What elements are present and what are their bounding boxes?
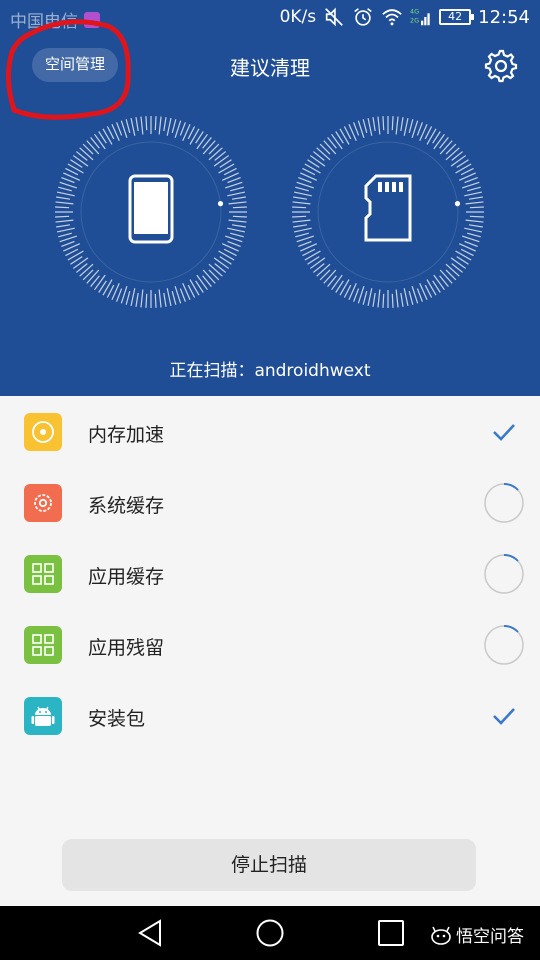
loading-spinner-icon xyxy=(484,482,524,523)
android-icon xyxy=(24,697,62,735)
network-speed: 0K/s xyxy=(279,7,317,27)
item-label: 系统缓存 xyxy=(88,495,165,517)
recent-apps-icon[interactable] xyxy=(376,918,406,948)
carrier-name: 中国电信 xyxy=(10,12,78,32)
network-2g-label: 2G xyxy=(410,17,419,25)
item-label: 应用残留 xyxy=(88,637,165,659)
item-label: 应用缓存 xyxy=(88,566,165,588)
memory-boost-icon xyxy=(24,413,62,451)
wukong-logo-icon xyxy=(431,926,451,945)
header-panel: 中国电信 0K/s 4G 2G 42 12:54 空间管理 建议清理 正在扫描：… xyxy=(0,0,540,396)
settings-gear-icon[interactable] xyxy=(484,49,518,83)
list-item: 应用残留 xyxy=(0,609,540,680)
watermark: 悟空问答 xyxy=(430,922,524,947)
grid-icon xyxy=(24,626,62,664)
alarm-icon xyxy=(354,8,372,26)
loading-spinner-icon xyxy=(484,624,524,665)
notification-app-icon xyxy=(84,11,100,28)
page-title: 建议清理 xyxy=(230,56,310,80)
loading-spinner-icon xyxy=(484,553,524,594)
battery-icon: 42 xyxy=(439,9,475,25)
check-icon xyxy=(493,424,515,441)
grid-icon xyxy=(24,555,62,593)
navigation-bar: 悟空问答 xyxy=(0,906,540,960)
clock: 12:54 xyxy=(478,6,530,28)
sd-card-dial xyxy=(290,114,486,310)
scanning-status: 正在扫描：androidhwext xyxy=(169,361,371,381)
list-item: 应用缓存 xyxy=(0,538,540,609)
sd-card-icon xyxy=(364,174,412,242)
item-label: 安装包 xyxy=(88,708,146,730)
list-item: 系统缓存 xyxy=(0,467,540,538)
cellular-signal-icon: 4G 2G xyxy=(410,7,430,26)
back-icon[interactable] xyxy=(136,918,166,948)
home-icon[interactable] xyxy=(255,918,285,948)
check-icon xyxy=(493,708,515,725)
watermark-text: 悟空问答 xyxy=(456,927,524,947)
phone-icon xyxy=(128,174,174,244)
gear-icon xyxy=(24,484,62,522)
item-label: 内存加速 xyxy=(88,424,165,446)
status-bar: 中国电信 0K/s 4G 2G 42 12:54 xyxy=(0,0,540,36)
list-item: 安装包 xyxy=(0,680,540,751)
phone-storage-dial xyxy=(53,114,249,310)
stop-scan-button[interactable]: 停止扫描 xyxy=(62,839,476,891)
network-4g-label: 4G xyxy=(410,7,419,15)
list-item: 内存加速 xyxy=(0,396,540,467)
mute-icon xyxy=(325,7,343,27)
wifi-icon xyxy=(382,9,402,26)
